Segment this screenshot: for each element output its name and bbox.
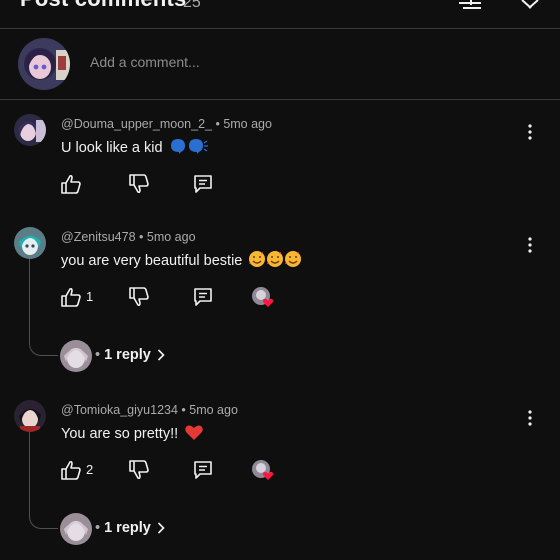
comment-author[interactable]: @Tomioka_giyu1234	[61, 403, 178, 417]
close-icon[interactable]	[519, 0, 541, 10]
comment-body: U look like a kid	[61, 140, 163, 156]
replies-label: 1 reply	[104, 347, 151, 363]
dislike-icon[interactable]	[128, 459, 150, 481]
reply-icon[interactable]	[192, 286, 214, 308]
dislike-icon[interactable]	[128, 286, 150, 308]
comment-meta: @Douma_upper_moon_2_ • 5mo ago	[61, 117, 272, 131]
reply-icon[interactable]	[192, 173, 214, 195]
replies-label: 1 reply	[104, 520, 151, 536]
reply-avatar[interactable]	[60, 340, 92, 372]
comment-body: You are so pretty!!	[61, 426, 179, 442]
more-vert-icon[interactable]	[526, 410, 534, 426]
thread-line	[29, 259, 58, 356]
comment-body: you are very beautiful bestie	[61, 253, 243, 269]
comment-item: @Tomioka_giyu1234 • 5mo ago You are so p…	[0, 398, 560, 548]
more-vert-icon[interactable]	[526, 237, 534, 253]
like-count: 1	[86, 289, 94, 304]
header-bar: Post comments 25	[0, 0, 560, 29]
comment-author-avatar[interactable]	[14, 400, 46, 432]
comment-emoji	[169, 137, 209, 159]
comment-actions	[60, 173, 300, 195]
comment-text: U look like a kid	[61, 137, 209, 159]
comment-meta: @Tomioka_giyu1234 • 5mo ago	[61, 403, 238, 417]
comment-author[interactable]: @Zenitsu478	[61, 230, 136, 244]
comment-actions: 1	[60, 286, 300, 308]
comment-author-avatar[interactable]	[14, 227, 46, 259]
like-count: 2	[86, 462, 94, 477]
chevron-right-icon	[157, 349, 165, 361]
comment-count: 25	[183, 0, 201, 11]
thread-line	[29, 432, 58, 529]
comment-item: @Douma_upper_moon_2_ • 5mo ago U look li…	[0, 112, 560, 198]
add-comment-input[interactable]: Add a comment...	[90, 54, 200, 70]
reply-icon[interactable]	[192, 459, 214, 481]
comment-age: 5mo ago	[189, 403, 238, 417]
comment-item: @Zenitsu478 • 5mo ago you are very beaut…	[0, 225, 560, 375]
comment-emoji	[248, 250, 304, 272]
comment-age: 5mo ago	[223, 117, 272, 131]
more-vert-icon[interactable]	[526, 124, 534, 140]
page-title: Post comments	[20, 0, 186, 12]
user-avatar[interactable]	[18, 38, 70, 90]
comment-emoji	[184, 423, 204, 445]
chevron-right-icon	[157, 522, 165, 534]
comment-author-avatar[interactable]	[14, 114, 46, 146]
comment-author[interactable]: @Douma_upper_moon_2_	[61, 117, 212, 131]
comment-text: You are so pretty!!	[61, 423, 204, 445]
comment-text: you are very beautiful bestie	[61, 250, 304, 272]
creator-heart-icon	[252, 460, 274, 480]
like-icon[interactable]	[60, 173, 82, 195]
reply-avatar[interactable]	[60, 513, 92, 545]
view-replies-button[interactable]: • 1 reply	[95, 347, 165, 363]
comment-age: 5mo ago	[146, 230, 196, 244]
creator-heart-icon	[252, 287, 274, 307]
like-icon[interactable]	[60, 286, 82, 308]
like-icon[interactable]	[60, 459, 82, 481]
view-replies-button[interactable]: • 1 reply	[95, 520, 165, 536]
dislike-icon[interactable]	[128, 173, 150, 195]
comment-actions: 2	[60, 459, 300, 481]
comment-meta: @Zenitsu478 • 5mo ago	[61, 230, 196, 244]
filter-icon[interactable]	[457, 0, 483, 10]
comment-composer: Add a comment...	[0, 29, 560, 100]
